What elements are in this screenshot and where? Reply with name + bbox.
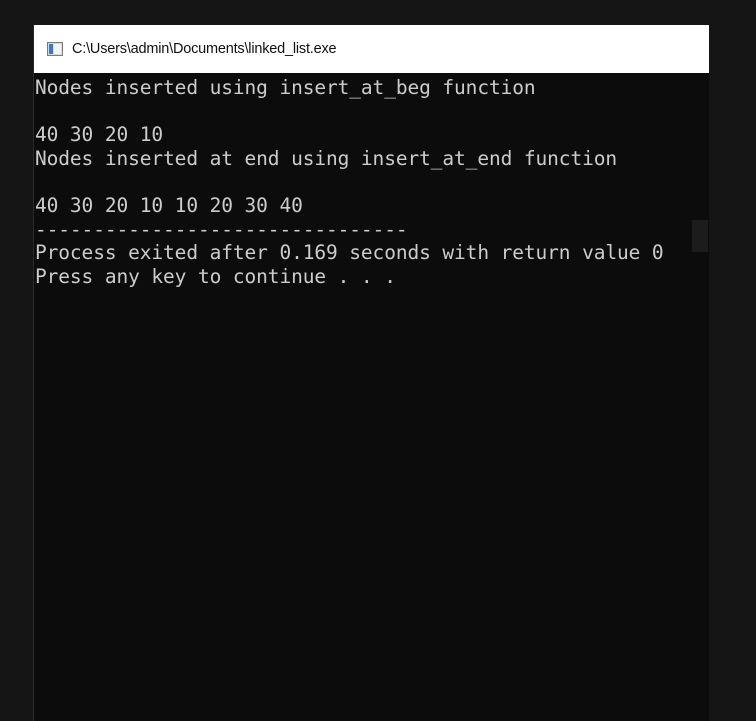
title-bar[interactable]: C:\Users\admin\Documents\linked_list.exe (34, 25, 709, 73)
console-line: Press any key to continue . . . (35, 264, 396, 288)
console-output[interactable]: Nodes inserted using insert_at_beg funct… (35, 76, 664, 288)
console-app-icon (47, 42, 63, 56)
console-window[interactable]: C:\Users\admin\Documents\linked_list.exe… (33, 25, 709, 721)
scrollbar-thumb[interactable] (692, 220, 708, 252)
console-line: 40 30 20 10 10 20 30 40 (35, 193, 303, 217)
desktop-background: C:\Users\admin\Documents\linked_list.exe… (0, 0, 756, 721)
window-title: C:\Users\admin\Documents\linked_list.exe (72, 41, 337, 57)
console-line: 40 30 20 10 (35, 123, 164, 147)
console-line: Nodes inserted at end using insert_at_en… (35, 146, 617, 170)
console-line: Nodes inserted using insert_at_beg funct… (35, 76, 536, 99)
console-line: Process exited after 0.169 seconds with … (35, 241, 664, 265)
console-line: -------------------------------- (35, 217, 408, 241)
